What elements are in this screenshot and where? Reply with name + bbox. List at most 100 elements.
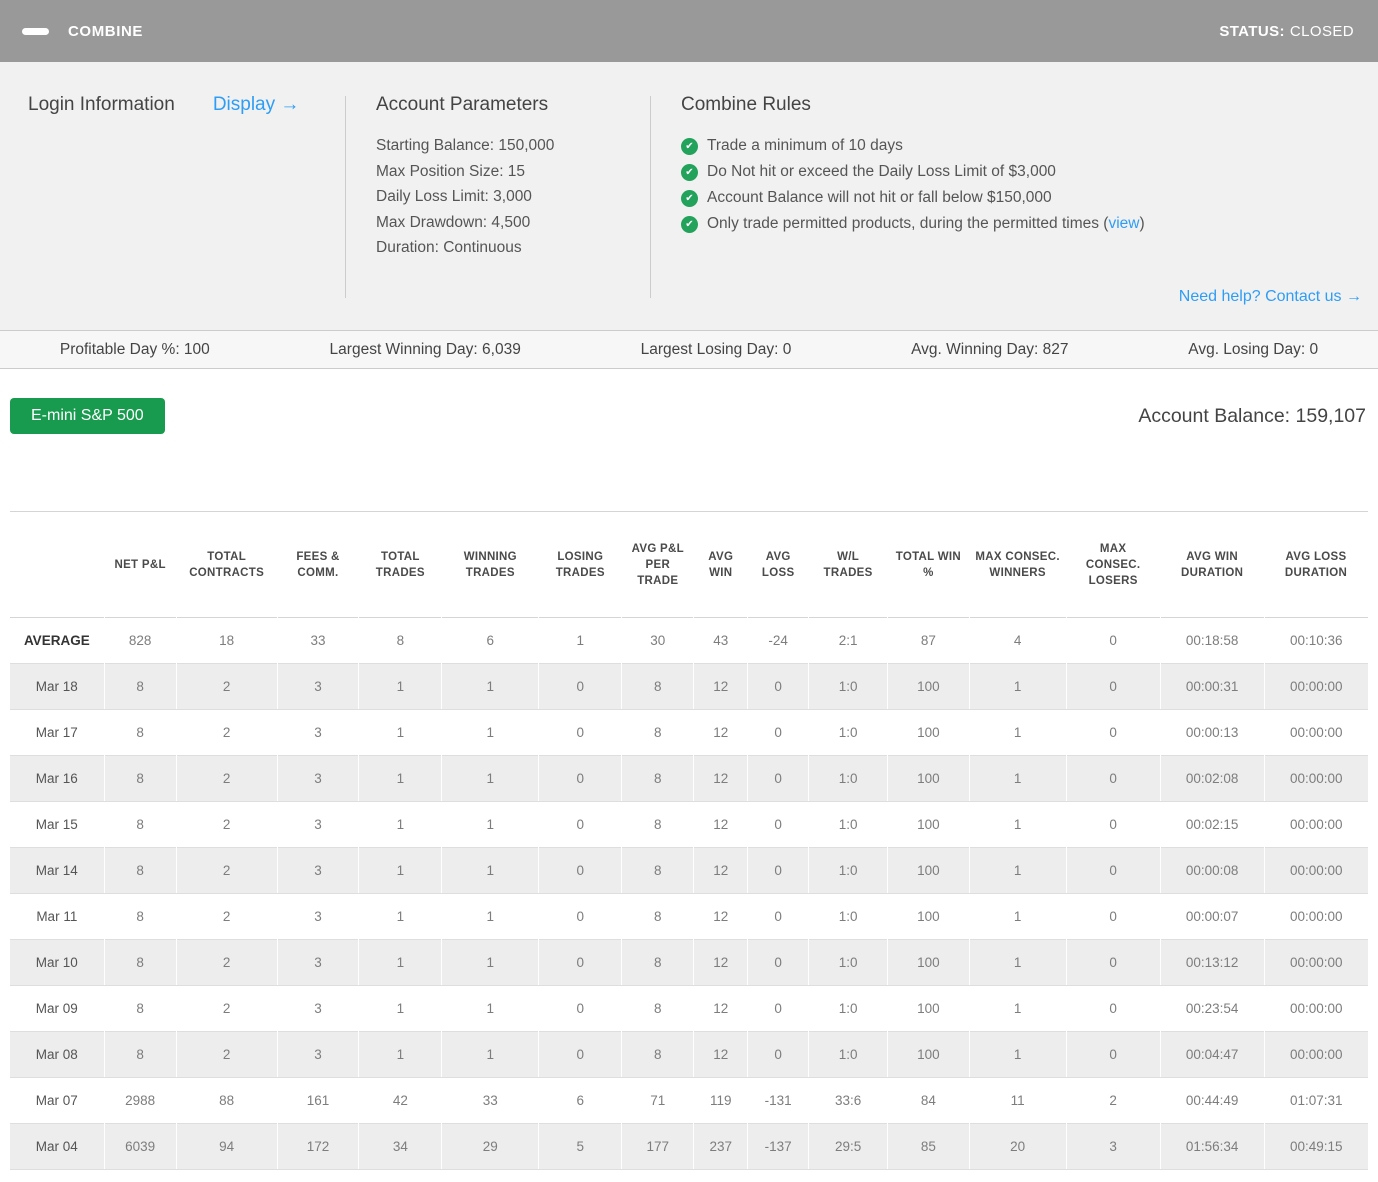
table-cell: 1	[441, 985, 539, 1032]
table-cell: 0	[1065, 663, 1161, 710]
table-cell: 1	[968, 755, 1067, 802]
table-cell: 0	[1065, 985, 1161, 1032]
minimize-icon[interactable]	[22, 27, 49, 35]
table-cell: 8	[103, 939, 177, 986]
table-cell: 8	[621, 709, 694, 756]
table-cell: 1	[968, 939, 1067, 986]
table-cell: 1	[441, 663, 539, 710]
row-label-date: Mar 07	[35, 1093, 78, 1108]
table-cell: 0	[538, 801, 622, 848]
trading-days-table: NET P&L TOTAL CONTRACTS FEES & COMM. TOTAL …	[10, 511, 1368, 1170]
table-cell: 01:56:34	[1159, 1123, 1265, 1170]
table-cell: 12	[693, 663, 748, 710]
account-parameters-list: Starting Balance: 150,000 Max Position Si…	[376, 133, 650, 261]
table-cell: 0	[747, 801, 809, 848]
table-cell: 3	[1065, 1123, 1161, 1170]
row-label-date: Mar 08	[10, 1031, 105, 1078]
display-link[interactable]: Display →	[213, 94, 300, 116]
table-cell: 3	[276, 847, 359, 894]
table-cell: -131	[747, 1077, 809, 1124]
table-row: Mar 08 8 2 3 1 1 0 8 12 0 1:0 100 1 0 00:04:47 00:00:00	[10, 1031, 1368, 1078]
column-header-date	[10, 512, 104, 618]
column-header: FEES & COMM.	[296, 550, 340, 579]
table-cell: 1	[538, 617, 622, 664]
table-cell: 29:5	[808, 1123, 888, 1170]
table-cell: 0	[538, 663, 622, 710]
table-cell: 12	[693, 1031, 748, 1078]
table-cell: 1	[358, 939, 442, 986]
table-cell: 1	[968, 1031, 1067, 1078]
table-cell: 84	[887, 1077, 970, 1124]
view-link[interactable]: view	[1108, 211, 1139, 237]
table-cell: 100	[887, 939, 970, 986]
param-line: Max Drawdown: 4,500	[376, 213, 531, 231]
column-header: MAX CONSEC. LOSERS	[1085, 542, 1141, 587]
table-row: Mar 07 2988 88 161 42 33 6 71 119 -131 33:6 84 11 2 00…	[10, 1077, 1368, 1124]
rule-text-suffix: )	[1139, 215, 1145, 232]
table-cell: 100	[887, 847, 970, 894]
table-cell: 2	[175, 985, 278, 1032]
table-cell: 12	[693, 709, 748, 756]
table-cell: 0	[538, 939, 622, 986]
account-parameters-section: Account Parameters Starting Balance: 150…	[346, 94, 650, 330]
table-cell: 8	[621, 755, 694, 802]
contact-us-link[interactable]: Need help? Contact us →	[1179, 288, 1362, 305]
param-line: Duration: Continuous	[376, 239, 522, 256]
table-cell: 3	[276, 1031, 359, 1078]
table-cell: 5	[538, 1123, 622, 1170]
trading-days-table-wrap: NET P&L TOTAL CONTRACTS FEES & COMM. TOTAL …	[10, 511, 1368, 1170]
table-cell: 12	[693, 801, 748, 848]
table-cell: 8	[621, 985, 694, 1032]
product-button[interactable]: E-mini S&P 500	[10, 398, 165, 434]
rule-item: ✔ Do Not hit or exceed the Daily Loss Lim…	[681, 159, 1362, 185]
table-cell: 1	[968, 709, 1067, 756]
table-cell: 12	[693, 893, 748, 940]
table-cell: 1	[441, 893, 539, 940]
table-cell: 01:07:31	[1263, 1077, 1368, 1124]
table-cell: 71	[621, 1077, 694, 1124]
table-cell: 0	[747, 847, 809, 894]
table-cell: 2	[175, 755, 278, 802]
column-header: TOTAL CONTRACTS	[189, 550, 265, 579]
table-cell: 1	[441, 939, 539, 986]
table-cell: 8	[621, 663, 694, 710]
table-cell: 3	[276, 663, 359, 710]
table-cell: 100	[887, 801, 970, 848]
table-cell: 1	[358, 1031, 442, 1078]
table-cell: 1	[968, 801, 1067, 848]
table-cell: 172	[276, 1123, 359, 1170]
table-cell: 1	[968, 663, 1067, 710]
table-cell: 0	[538, 893, 622, 940]
table-cell: 1	[441, 709, 539, 756]
table-cell: 0	[747, 985, 809, 1032]
account-parameters-heading: Account Parameters	[376, 94, 549, 115]
column-header: TOTAL WIN %	[895, 550, 962, 579]
row-label-date: Mar 11	[36, 909, 78, 924]
table-cell: 00:44:49	[1159, 1077, 1265, 1124]
table-cell: 0	[538, 847, 622, 894]
table-cell: 8	[103, 847, 177, 894]
table-cell: 0	[1065, 939, 1161, 986]
table-cell: 2	[175, 1031, 278, 1078]
table-cell: 8	[621, 801, 694, 848]
table-header-row: NET P&L TOTAL CONTRACTS FEES & COMM. TOTAL …	[10, 511, 1368, 618]
stat-item: Avg. Winning Day: 827	[911, 340, 1069, 358]
table-cell: 1:0	[808, 939, 888, 986]
table-cell: 1	[358, 847, 442, 894]
column-header: AVG WIN DURATION	[1181, 550, 1244, 579]
table-row: Mar 10 8 2 3 1 1 0 8 12 0 1:0 100 1 0 00:13:12 00:00:00	[10, 939, 1368, 986]
table-cell: 0	[538, 709, 622, 756]
table-cell: 00:00:31	[1159, 663, 1265, 710]
table-cell: 43	[693, 617, 748, 664]
table-cell: 2	[175, 939, 278, 986]
check-icon: ✔	[681, 189, 698, 207]
check-icon: ✔	[681, 215, 698, 233]
table-cell: 0	[538, 755, 622, 802]
table-cell: 100	[887, 663, 970, 710]
column-header: AVG LOSS DURATION	[1284, 550, 1348, 579]
table-cell: 00:00:00	[1263, 985, 1368, 1032]
table-cell: 1	[441, 847, 539, 894]
table-row: Mar 15 8 2 3 1 1 0 8 12 0 1:0 100 1 0 00:02:15 00:00:00	[10, 801, 1368, 848]
check-icon: ✔	[681, 163, 698, 181]
table-cell: 161	[276, 1077, 359, 1124]
